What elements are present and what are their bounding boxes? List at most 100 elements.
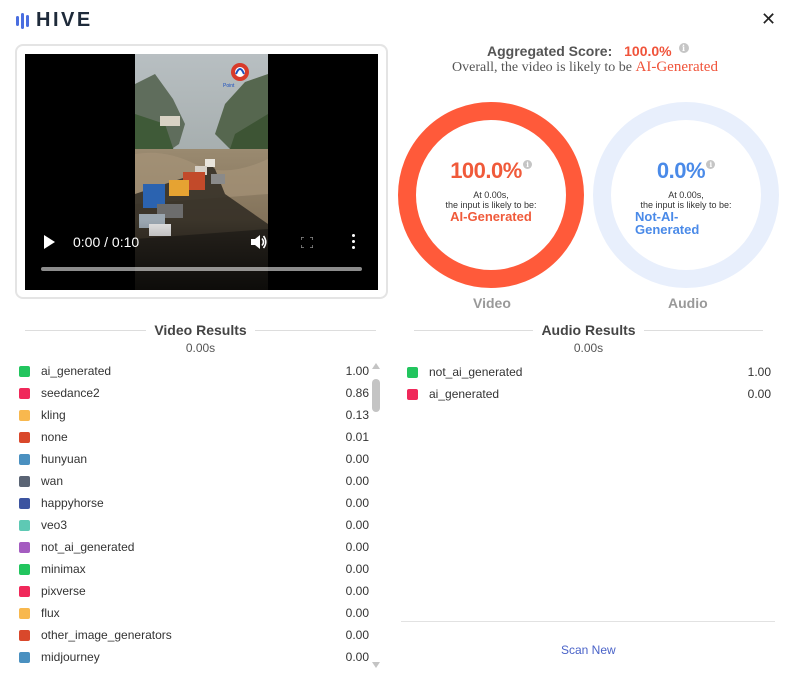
info-icon[interactable]: i (522, 160, 532, 169)
result-label: happyhorse (41, 496, 104, 510)
result-label: hunyuan (41, 452, 88, 466)
more-vertical-icon[interactable] (352, 234, 356, 250)
result-value: 0.01 (345, 430, 369, 444)
list-item: happyhorse 0.00 (19, 492, 369, 514)
audio-score-ring: 0.0% i At 0.00s, the input is likely to b… (593, 102, 779, 288)
audio-ring-caption: Audio (668, 295, 708, 311)
result-label: ai_generated (429, 387, 500, 401)
color-swatch (19, 585, 30, 597)
list-item: minimax 0.00 (19, 558, 369, 580)
aggregated-score-label: Aggregated Score: (487, 43, 613, 59)
hive-logo-icon (16, 12, 29, 29)
result-value: 0.00 (747, 387, 771, 401)
list-item: midjourney 0.00 (19, 646, 369, 668)
list-item: pixverse 0.00 (19, 580, 369, 602)
overall-verdict: Overall, the video is likely to be AI-Ge… (452, 59, 718, 76)
hive-logo: HIVE (16, 9, 93, 32)
color-swatch (19, 629, 30, 641)
result-label: flux (41, 606, 60, 620)
list-item: veo3 0.00 (19, 514, 369, 536)
video-progress-bar[interactable] (41, 267, 362, 271)
scroll-down-icon[interactable] (372, 662, 380, 668)
video-results-header: Video Results 0.00s (25, 322, 376, 355)
result-value: 1.00 (747, 365, 771, 379)
video-player-frame: Point 0:00 / 0:10 (15, 44, 388, 299)
list-item: none 0.01 (19, 426, 369, 448)
video-score-pct: 100.0% (450, 158, 522, 183)
list-item: flux 0.00 (19, 602, 369, 624)
list-item: ai_generated 1.00 (19, 360, 369, 382)
result-label: pixverse (41, 584, 86, 598)
overall-prefix: Overall, the video is likely to be (452, 60, 633, 75)
video-score-ring: 100.0% i At 0.00s, the input is likely to… (398, 102, 584, 288)
scrollbar-thumb[interactable] (372, 379, 380, 412)
result-value: 1.00 (345, 364, 369, 378)
color-swatch (19, 431, 30, 443)
result-label: ai_generated (41, 364, 112, 378)
result-label: not_ai_generated (429, 365, 523, 379)
video-player[interactable]: Point 0:00 / 0:10 (25, 54, 378, 290)
color-swatch (19, 453, 30, 465)
video-score-label: AI-Generated (450, 209, 532, 224)
result-value: 0.00 (345, 562, 369, 576)
close-icon[interactable]: ✕ (761, 9, 776, 29)
color-swatch (407, 366, 418, 378)
result-value: 0.00 (345, 606, 369, 620)
controls-shade (25, 220, 378, 290)
app-name: HIVE (36, 9, 93, 31)
list-item: other_image_generators 0.00 (19, 624, 369, 646)
result-value: 0.13 (345, 408, 369, 422)
result-value: 0.00 (345, 518, 369, 532)
color-swatch (19, 475, 30, 487)
audio-score-pct: 0.0% (656, 158, 706, 183)
result-value: 0.00 (345, 540, 369, 554)
video-score-time: At 0.00s, (473, 190, 509, 200)
result-label: midjourney (41, 650, 100, 664)
video-results-title: Video Results (146, 322, 255, 338)
result-label: wan (41, 474, 64, 488)
watermark-text: Point (223, 83, 235, 89)
result-label: other_image_generators (41, 628, 172, 642)
result-label: minimax (41, 562, 86, 576)
volume-icon[interactable] (250, 234, 268, 250)
audio-score-likely: the input is likely to be: (640, 200, 732, 210)
list-item: kling 0.13 (19, 404, 369, 426)
color-swatch (407, 388, 418, 400)
info-icon[interactable]: i (678, 43, 689, 53)
color-swatch (19, 365, 30, 377)
bottom-divider (401, 621, 775, 622)
color-swatch (19, 607, 30, 619)
time-display: 0:00 / 0:10 (73, 234, 140, 250)
video-results-time: 0.00s (185, 341, 216, 355)
color-swatch (19, 563, 30, 575)
list-item: seedance2 0.86 (19, 382, 369, 404)
result-label: none (41, 430, 68, 444)
result-label: not_ai_generated (41, 540, 135, 554)
list-item: not_ai_generated 0.00 (19, 536, 369, 558)
list-item: not_ai_generated 1.00 (407, 361, 771, 383)
result-label: veo3 (41, 518, 68, 532)
scroll-up-icon[interactable] (372, 363, 380, 369)
video-results-list[interactable]: ai_generated 1.00 seedance2 0.86 kling 0.13 no… (19, 360, 369, 668)
video-results-scrollbar[interactable] (371, 363, 381, 668)
result-value: 0.00 (345, 474, 369, 488)
result-value: 0.00 (345, 496, 369, 510)
info-icon[interactable]: i (706, 160, 716, 169)
aggregated-score-value: 100.0% (624, 43, 672, 59)
result-value: 0.00 (345, 452, 369, 466)
play-icon[interactable] (44, 235, 55, 249)
result-value: 0.86 (345, 386, 369, 400)
audio-results-time: 0.00s (573, 341, 604, 355)
scan-new-link[interactable]: Scan New (561, 643, 616, 657)
audio-score-label: Not-AI-Generated (635, 209, 700, 237)
audio-results-list: not_ai_generated 1.00 ai_generated 0.00 (407, 361, 771, 409)
overall-label: AI-Generated (635, 59, 718, 75)
audio-results-title: Audio Results (533, 322, 644, 338)
result-value: 0.00 (345, 650, 369, 664)
color-swatch (19, 409, 30, 421)
color-swatch (19, 519, 30, 531)
list-item: wan 0.00 (19, 470, 369, 492)
fullscreen-icon[interactable] (301, 237, 313, 248)
color-swatch (19, 497, 30, 509)
color-swatch (19, 651, 30, 663)
